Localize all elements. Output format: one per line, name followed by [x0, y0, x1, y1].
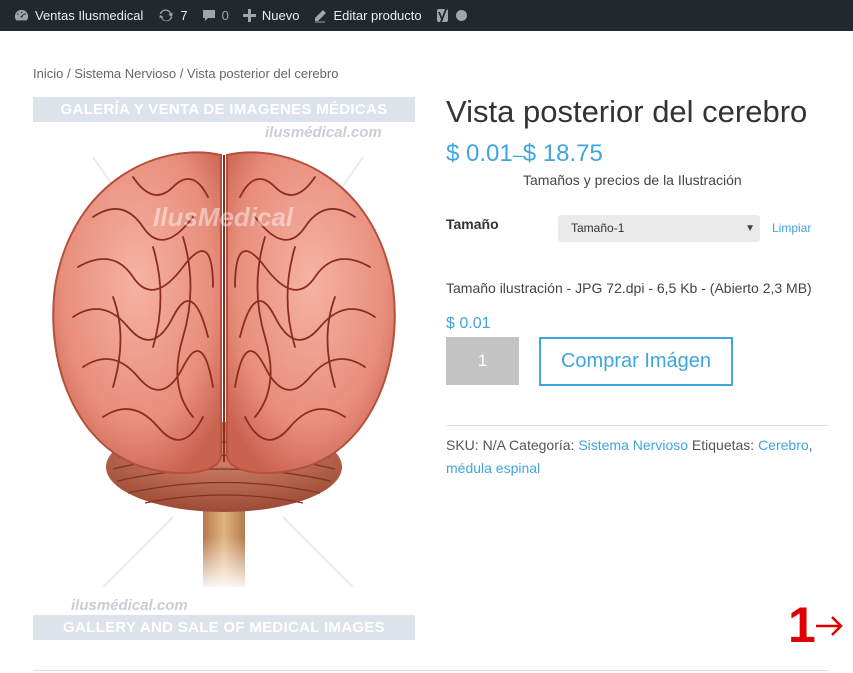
- price-range: $ 0.01–$ 18.75: [446, 140, 603, 168]
- edit-product-link[interactable]: Editar producto: [306, 0, 428, 31]
- tag-link-medula[interactable]: médula espinal: [446, 460, 540, 476]
- arrow-right-icon[interactable]: [813, 606, 845, 646]
- buy-button[interactable]: Comprar Imágen: [539, 337, 733, 386]
- tags-label: Etiquetas:: [691, 437, 755, 453]
- category-label: Categoría:: [509, 437, 575, 453]
- new-label: Nuevo: [261, 8, 300, 23]
- clear-variation-link[interactable]: Limpiar: [772, 221, 811, 235]
- updates-icon: [157, 8, 174, 23]
- breadcrumb-separator: /: [63, 66, 75, 81]
- price-separator: –: [512, 145, 523, 165]
- image-watermark: IlusMedical: [153, 202, 294, 232]
- quantity-input[interactable]: 1: [446, 337, 519, 385]
- product-meta: SKU: N/A Categoría: Sistema Nervioso Eti…: [446, 434, 831, 480]
- variation-price: $ 0.01: [446, 315, 491, 332]
- breadcrumb-current: Vista posterior del cerebro: [186, 66, 339, 81]
- comments-link[interactable]: 0: [195, 0, 236, 31]
- tag-link-cerebro[interactable]: Cerebro: [758, 437, 809, 453]
- breadcrumb-home[interactable]: Inicio: [33, 66, 63, 81]
- image-bottom-band: GALLERY AND SALE OF MEDICAL IMAGES: [33, 615, 415, 640]
- breadcrumb-category[interactable]: Sistema Nervioso: [74, 66, 176, 81]
- price-min: $ 0.01: [446, 140, 513, 167]
- product-image[interactable]: GALERÍA Y VENTA DE IMAGENES MÉDICAS ilus…: [33, 97, 415, 642]
- image-top-site: ilusmédical.com: [265, 124, 382, 141]
- price-max: $ 18.75: [522, 140, 603, 167]
- yoast-menu[interactable]: [429, 0, 469, 31]
- brain-illustration: [52, 151, 396, 592]
- size-select-value: Tamaño-1: [571, 221, 625, 235]
- admin-bar: Ventas Ilusmedical 7 0 Nuevo Editar prod…: [0, 0, 853, 31]
- product-title: Vista posterior del cerebro: [446, 94, 808, 129]
- updates-count: 7: [180, 8, 188, 23]
- variation-description: Tamaño ilustración - JPG 72.dpi - 6,5 Kb…: [446, 280, 812, 296]
- site-name-link[interactable]: Ventas Ilusmedical: [0, 0, 150, 31]
- size-select[interactable]: Tamaño-1 ▼: [558, 215, 760, 242]
- status-dot-icon: [455, 10, 467, 21]
- pencil-icon: [313, 9, 327, 23]
- edit-product-label: Editar producto: [333, 8, 422, 23]
- breadcrumb: Inicio / Sistema Nervioso / Vista poster…: [33, 66, 338, 81]
- dashboard-icon: [14, 8, 29, 23]
- bottom-divider: [33, 670, 828, 671]
- yoast-icon: [436, 7, 452, 24]
- sku-label: SKU:: [446, 437, 479, 453]
- category-link[interactable]: Sistema Nervioso: [578, 437, 688, 453]
- meta-divider: [446, 425, 828, 426]
- variation-label: Tamaño: [446, 216, 499, 232]
- breadcrumb-separator: /: [176, 66, 187, 81]
- tag-separator: ,: [808, 437, 813, 453]
- site-name: Ventas Ilusmedical: [35, 8, 144, 23]
- plus-icon: [242, 9, 256, 22]
- chevron-down-icon: ▼: [745, 223, 755, 234]
- price-note: Tamaños y precios de la Ilustración: [523, 172, 742, 188]
- pagination-page[interactable]: 1: [788, 596, 816, 654]
- comments-count: 0: [221, 8, 229, 23]
- sku-value: N/A: [482, 437, 506, 453]
- new-content-link[interactable]: Nuevo: [236, 0, 307, 31]
- updates-link[interactable]: 7: [150, 0, 194, 31]
- comments-icon: [202, 9, 216, 23]
- image-top-band: GALERÍA Y VENTA DE IMAGENES MÉDICAS: [33, 97, 415, 122]
- image-bottom-site: ilusmédical.com: [71, 597, 188, 614]
